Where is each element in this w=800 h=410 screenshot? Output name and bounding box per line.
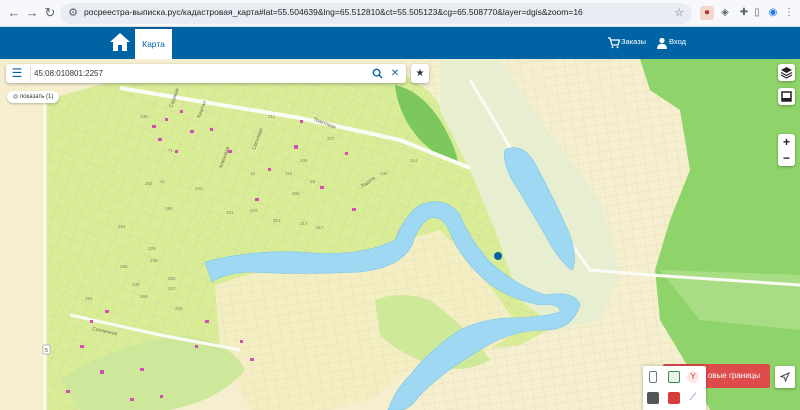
parcel-number: 12 [250, 171, 256, 176]
url-text: росреестра-выписка.рус/кадастровая_карта… [84, 7, 583, 17]
eye-icon: ◎ [13, 94, 19, 100]
phone-icon[interactable] [649, 371, 657, 383]
parcel-number: 247 [168, 286, 176, 291]
divider [30, 66, 31, 81]
login-link[interactable]: Вход [669, 37, 686, 46]
parcel-number: 283 [168, 276, 176, 281]
forward-button[interactable]: → [24, 5, 40, 21]
parcel-number: 225 [148, 246, 156, 251]
profile-icon[interactable]: ◉ [766, 6, 780, 20]
map-canvas[interactable]: Садовая Каштан Трактовая Кленовая Соснов… [0, 59, 800, 410]
search-icon[interactable] [370, 66, 384, 81]
parcel-number: 313 [273, 218, 281, 223]
basemap-button[interactable] [778, 88, 795, 105]
site-info-icon[interactable]: ⚙ [66, 6, 80, 20]
parcel-number: 268 [140, 294, 148, 299]
bookmark-star-icon[interactable]: ☆ [674, 6, 684, 19]
tab-map[interactable]: Карта [135, 27, 172, 59]
selected-parcel-marker[interactable] [494, 252, 502, 260]
parcel-number: 256 [175, 306, 183, 311]
parcel-number: 281 [118, 224, 126, 229]
parcel-number: 112 [285, 171, 293, 176]
parcel-number: 236 [140, 114, 148, 119]
parcel-number: 255 [145, 181, 153, 186]
parcel-number: 106 [300, 158, 308, 163]
layers-icon [780, 67, 793, 79]
browser-chrome: ← → ↻ ⚙ росреестра-выписка.рус/кадастров… [0, 0, 800, 27]
parcel-number: 71 [168, 148, 174, 153]
video-icon[interactable] [647, 392, 659, 404]
extension-shield-icon[interactable]: ◈ [718, 6, 732, 20]
parcel-number: 114 [410, 158, 418, 163]
browser-menu-icon[interactable]: ⋮ [782, 6, 796, 20]
show-button[interactable]: ◎ показать (1) [7, 91, 60, 103]
tools-panel: Y ⟋ [643, 366, 706, 410]
sidepanel-icon[interactable]: ▯ [750, 6, 764, 20]
dnd-icon[interactable] [668, 392, 680, 404]
zoom-control: + − [778, 134, 795, 166]
geolocate-button[interactable] [775, 366, 795, 388]
parcel-number: 31 [160, 179, 166, 184]
address-bar[interactable]: ⚙ росреестра-выписка.рус/кадастровая_кар… [60, 3, 692, 24]
zoom-in-button[interactable]: + [778, 134, 795, 150]
back-button[interactable]: ← [6, 5, 22, 21]
user-icon[interactable] [656, 36, 668, 49]
parcel-number: 196 [165, 206, 173, 211]
pen-icon[interactable]: ⟋ [687, 392, 699, 404]
cadastral-search-input[interactable] [34, 66, 364, 81]
search-panel: ☰ ✕ [6, 64, 406, 83]
locate-arrow-icon [779, 372, 790, 383]
menu-icon[interactable]: ☰ [9, 66, 25, 81]
extensions-puzzle-icon[interactable]: ✚ [737, 6, 751, 20]
parcel-number: 317 [316, 225, 324, 230]
parcel-number: 203 [195, 186, 203, 191]
orders-link[interactable]: Заказы [621, 37, 646, 46]
square-icon [781, 91, 792, 102]
parcel-number: 254 [85, 296, 93, 301]
parcel-number: 265 [120, 264, 128, 269]
zoom-out-button[interactable]: − [778, 150, 795, 166]
parcel-number: 130 [380, 171, 388, 176]
parcel-number: 227 [327, 136, 335, 141]
extension-icon[interactable]: ● [700, 6, 714, 20]
route-number: 5 [45, 348, 48, 354]
parcel-number: 201 [226, 210, 234, 215]
parcel-number: 248 [150, 258, 158, 263]
show-button-label: показать (1) [19, 94, 54, 100]
layers-button[interactable] [778, 64, 795, 81]
cadastral-map[interactable]: Садовая Каштан Трактовая Кленовая Соснов… [0, 59, 800, 410]
shield-icon[interactable] [668, 371, 680, 383]
clear-icon[interactable]: ✕ [388, 66, 402, 81]
parcel-number: 306 [292, 191, 300, 196]
app-header: Карта Заказы Вход [0, 27, 800, 59]
yandex-icon[interactable]: Y [687, 371, 699, 383]
parcel-number: 238 [132, 282, 140, 287]
parcel-number: 211 [268, 114, 276, 119]
cart-icon[interactable] [608, 36, 621, 49]
parcel-number: 217 [300, 221, 308, 226]
reload-button[interactable]: ↻ [42, 5, 58, 21]
parcel-number: 219 [250, 208, 258, 213]
parcel-number: 28 [310, 179, 316, 184]
home-icon[interactable] [108, 30, 132, 54]
favorites-star-icon[interactable]: ★ [411, 64, 429, 83]
